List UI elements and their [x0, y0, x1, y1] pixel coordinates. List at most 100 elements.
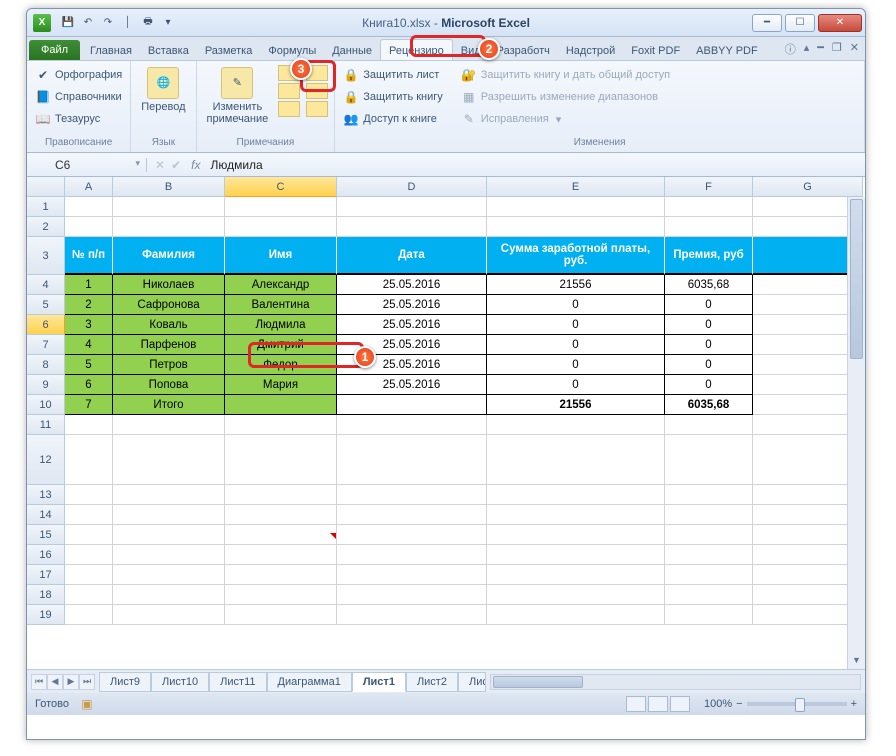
cell-C13[interactable] — [225, 485, 337, 505]
ribbon-min-icon[interactable]: ▴ — [804, 41, 810, 57]
cell-E14[interactable] — [487, 505, 665, 525]
row-header-4[interactable]: 4 — [27, 275, 65, 295]
zoom-in-button[interactable]: + — [851, 698, 857, 710]
row-header-3[interactable]: 3 — [27, 237, 65, 275]
cell-C2[interactable] — [225, 217, 337, 237]
cell-A18[interactable] — [65, 585, 113, 605]
formula-value[interactable]: Людмила — [210, 158, 262, 172]
cell-A16[interactable] — [65, 545, 113, 565]
col-header-D[interactable]: D — [337, 177, 487, 197]
row-header-13[interactable]: 13 — [27, 485, 65, 505]
help-icon[interactable]: ⓘ — [785, 41, 796, 57]
mdi-restore-icon[interactable]: ❐ — [832, 41, 842, 57]
cell-C18[interactable] — [225, 585, 337, 605]
sheet-tab-Лист2[interactable]: Лист2 — [406, 672, 458, 692]
cell-B6[interactable]: Коваль — [113, 315, 225, 335]
cell-F16[interactable] — [665, 545, 753, 565]
cell-D18[interactable] — [337, 585, 487, 605]
row-header-9[interactable]: 9 — [27, 375, 65, 395]
tab-данные[interactable]: Данные — [324, 40, 380, 60]
macro-rec-icon[interactable]: ▣ — [79, 696, 95, 712]
cell-E4[interactable]: 21556 — [487, 275, 665, 295]
cell-D10[interactable] — [337, 395, 487, 415]
col-header-C[interactable]: C — [225, 177, 337, 197]
row-header-2[interactable]: 2 — [27, 217, 65, 237]
cancel-formula-icon[interactable]: ✕ — [155, 158, 165, 172]
sheet-tab-Лист10[interactable]: Лист10 — [151, 672, 209, 692]
thesaurus-button[interactable]: 📖Тезаурус — [33, 109, 102, 129]
row-header-14[interactable]: 14 — [27, 505, 65, 525]
protect-share-button[interactable]: 🔐Защитить книгу и дать общий доступ — [459, 65, 672, 85]
cell-F14[interactable] — [665, 505, 753, 525]
cell-E11[interactable] — [487, 415, 665, 435]
cell-B12[interactable] — [113, 435, 225, 485]
cell-C9[interactable]: Мария — [225, 375, 337, 395]
col-header-F[interactable]: F — [665, 177, 753, 197]
edit-comment-button[interactable]: ✎ Изменить примечание — [203, 65, 273, 127]
sheet-tab-Лист3[interactable]: Лист3 — [458, 672, 486, 692]
cell-E13[interactable] — [487, 485, 665, 505]
row-header-7[interactable]: 7 — [27, 335, 65, 355]
mdi-min-icon[interactable]: ━ — [817, 41, 824, 57]
cell-C19[interactable] — [225, 605, 337, 625]
research-button[interactable]: 📘Справочники — [33, 87, 124, 107]
protect-workbook-button[interactable]: 🔒Защитить книгу — [341, 87, 445, 107]
sheet-next-icon[interactable]: ▶ — [63, 674, 79, 690]
cell-D4[interactable]: 25.05.2016 — [337, 275, 487, 295]
prev-comment-button[interactable] — [278, 83, 300, 99]
cell-B9[interactable]: Попова — [113, 375, 225, 395]
cell-C5[interactable]: Валентина — [225, 295, 337, 315]
tab-рецензирование[interactable]: Рецензиро — [380, 39, 453, 60]
cell-C10[interactable] — [225, 395, 337, 415]
cell-F15[interactable] — [665, 525, 753, 545]
name-box[interactable]: C6 — [27, 158, 147, 172]
cell-D5[interactable]: 25.05.2016 — [337, 295, 487, 315]
cell-B1[interactable] — [113, 197, 225, 217]
cell-A15[interactable] — [65, 525, 113, 545]
cell-F6[interactable]: 0 — [665, 315, 753, 335]
scroll-thumb[interactable] — [850, 199, 863, 359]
cell-D2[interactable] — [337, 217, 487, 237]
sheet-last-icon[interactable]: ⏭ — [79, 674, 95, 690]
sheet-tab-Лист1[interactable]: Лист1 — [352, 672, 406, 692]
next-comment-button[interactable] — [278, 101, 300, 117]
cell-A13[interactable] — [65, 485, 113, 505]
cell-F4[interactable]: 6035,68 — [665, 275, 753, 295]
row-header-8[interactable]: 8 — [27, 355, 65, 375]
close-button[interactable]: ✕ — [818, 14, 862, 32]
save-icon[interactable]: 💾 — [59, 14, 77, 32]
row-header-11[interactable]: 11 — [27, 415, 65, 435]
cell-D11[interactable] — [337, 415, 487, 435]
cell-C14[interactable] — [225, 505, 337, 525]
cell-D3[interactable]: Дата — [337, 237, 487, 275]
cell-D16[interactable] — [337, 545, 487, 565]
fx-icon[interactable]: fx — [191, 158, 200, 172]
cell-B8[interactable]: Петров — [113, 355, 225, 375]
cell-C15[interactable] — [225, 525, 337, 545]
row-header-17[interactable]: 17 — [27, 565, 65, 585]
cell-C8[interactable]: Федор — [225, 355, 337, 375]
tab-foxit pdf[interactable]: Foxit PDF — [623, 40, 688, 60]
tab-главная[interactable]: Главная — [82, 40, 140, 60]
cell-F18[interactable] — [665, 585, 753, 605]
cell-E8[interactable]: 0 — [487, 355, 665, 375]
cell-E9[interactable]: 0 — [487, 375, 665, 395]
cell-F10[interactable]: 6035,68 — [665, 395, 753, 415]
cell-B19[interactable] — [113, 605, 225, 625]
spelling-button[interactable]: ✔Орфография — [33, 65, 124, 85]
undo-icon[interactable]: ↶ — [79, 14, 97, 32]
cell-A9[interactable]: 6 — [65, 375, 113, 395]
cell-B11[interactable] — [113, 415, 225, 435]
page-break-view-button[interactable] — [670, 696, 690, 712]
row-header-18[interactable]: 18 — [27, 585, 65, 605]
show-ink-button[interactable] — [306, 101, 328, 117]
cell-C3[interactable]: Имя — [225, 237, 337, 275]
tab-file[interactable]: Файл — [29, 40, 80, 60]
cell-B5[interactable]: Сафронова — [113, 295, 225, 315]
cell-F5[interactable]: 0 — [665, 295, 753, 315]
cell-A14[interactable] — [65, 505, 113, 525]
row-header-12[interactable]: 12 — [27, 435, 65, 485]
cell-D13[interactable] — [337, 485, 487, 505]
select-all-corner[interactable] — [27, 177, 65, 197]
col-header-E[interactable]: E — [487, 177, 665, 197]
